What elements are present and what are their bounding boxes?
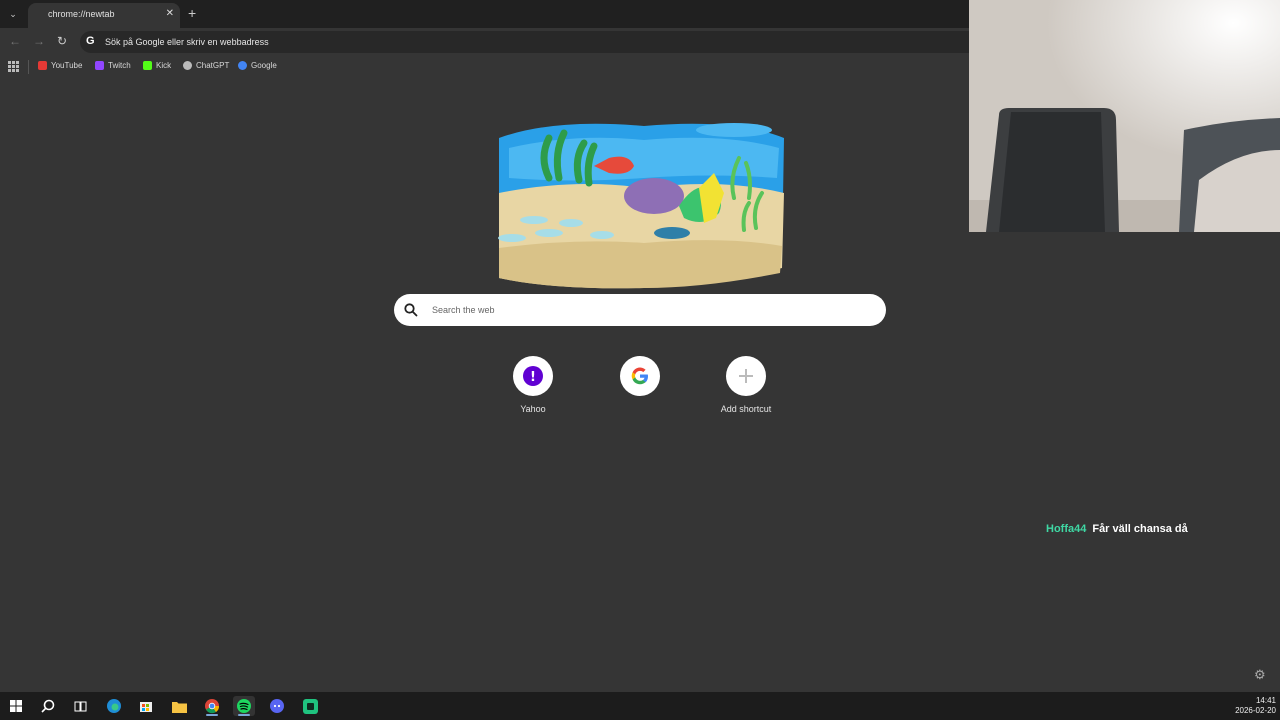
close-tab-icon[interactable]: ✕ [166, 8, 174, 19]
active-indicator [206, 714, 218, 716]
tab-search-button[interactable]: ⌄ [4, 5, 22, 23]
spotify-icon[interactable] [233, 696, 255, 716]
edge-icon[interactable] [103, 696, 125, 716]
search-icon[interactable] [37, 696, 59, 716]
search-input[interactable]: Search the web [432, 305, 495, 315]
shortcut-google[interactable] [600, 356, 680, 404]
clock-date: 2026-02-20 [1235, 706, 1276, 715]
chatgpt-icon [183, 61, 192, 70]
google-icon: G [86, 35, 95, 47]
file-explorer-icon[interactable] [168, 696, 190, 716]
chat-message: Hoffa44 Får väll chansa då [1046, 523, 1188, 535]
google-icon [238, 61, 247, 70]
search-icon [404, 303, 418, 317]
omnibox[interactable]: G Sök på Google eller skriv en webbadres… [80, 31, 980, 53]
webcam-overlay [969, 0, 1280, 232]
chat-username: Hoffa44 [1046, 523, 1087, 535]
taskbar: 14:41 2026-02-20 [0, 692, 1280, 720]
search-box[interactable]: Search the web [394, 294, 886, 326]
active-indicator [238, 714, 250, 716]
bookmark-label: YouTube [51, 61, 83, 70]
tab-newtab[interactable]: chrome://newtab ✕ [28, 3, 180, 28]
bookmark-youtube[interactable]: YouTube [38, 61, 82, 70]
task-view-icon[interactable] [69, 696, 91, 716]
chrome-icon[interactable] [201, 696, 223, 716]
add-shortcut-button[interactable]: Add shortcut [706, 356, 786, 414]
bookmark-kick[interactable]: Kick [143, 61, 171, 70]
reload-icon[interactable]: ↻ [57, 34, 67, 48]
divider [28, 60, 29, 74]
clock-time: 14:41 [1255, 696, 1276, 705]
twitch-icon [95, 61, 104, 70]
chat-text: Får väll chansa då [1092, 523, 1188, 535]
bookmark-label: Twitch [108, 61, 131, 70]
app-icon[interactable] [299, 696, 321, 716]
kick-icon [143, 61, 152, 70]
system-clock[interactable]: 14:41 2026-02-20 [1235, 696, 1276, 716]
aquarium-doodle[interactable] [494, 118, 788, 290]
shortcut-label: Yahoo [520, 404, 546, 414]
omnibox-text: Sök på Google eller skriv en webbadress [105, 37, 269, 47]
yahoo-icon: ! [513, 356, 553, 396]
bookmark-twitch[interactable]: Twitch [95, 61, 131, 70]
google-icon [620, 356, 660, 396]
new-tab-button[interactable]: + [188, 5, 196, 21]
bookmark-label: ChatGPT [196, 61, 230, 70]
shortcut-label: Add shortcut [720, 404, 772, 414]
store-icon[interactable] [135, 696, 157, 716]
discord-icon[interactable] [266, 696, 288, 716]
youtube-icon [38, 61, 47, 70]
tab-title: chrome://newtab [48, 9, 115, 19]
start-icon[interactable] [5, 696, 27, 716]
plus-icon [726, 356, 766, 396]
shortcut-yahoo[interactable]: ! Yahoo [493, 356, 573, 414]
back-icon[interactable]: ← [9, 34, 21, 48]
bookmark-google[interactable]: Google [238, 61, 277, 70]
svg-text:!: ! [530, 370, 536, 385]
bookmark-label: Kick [156, 61, 172, 70]
bookmark-label: Google [251, 61, 277, 70]
apps-grid-icon[interactable] [8, 61, 19, 72]
customize-gear-icon[interactable]: ⚙ [1254, 667, 1266, 683]
bookmark-chatgpt[interactable]: ChatGPT [183, 61, 229, 70]
forward-icon[interactable]: → [33, 34, 45, 48]
